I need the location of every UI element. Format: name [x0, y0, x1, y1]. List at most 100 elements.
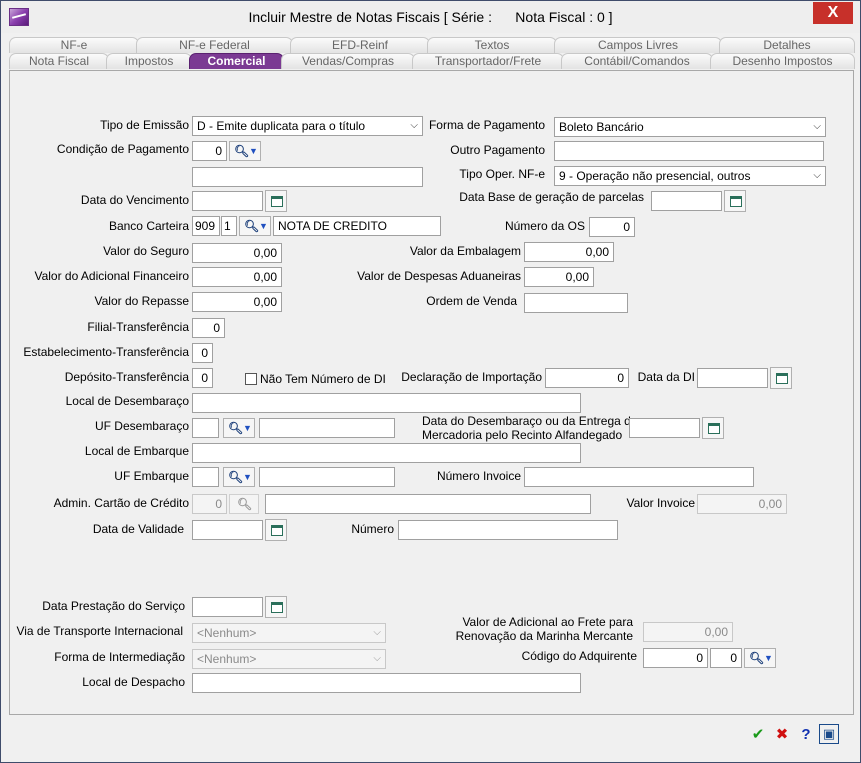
tab-nfe-federal[interactable]: NF-e Federal [136, 37, 293, 53]
valor-adicional-financeiro-input[interactable]: 0,00 [192, 267, 282, 287]
help-button[interactable]: ? [795, 724, 817, 746]
uf-embarque-search-button[interactable]: 🔍︎ ▼ [223, 467, 255, 487]
print-button[interactable]: ▣ [819, 724, 839, 744]
numero-invoice-label: Número Invoice [436, 469, 521, 483]
data-prestacao-input[interactable] [192, 597, 263, 617]
tab-desenho-impostos[interactable]: Desenho Impostos [710, 53, 855, 69]
banco-carteira-search-button[interactable]: 🔍︎ ▼ [239, 216, 271, 236]
outro-pagamento-input[interactable] [554, 141, 824, 161]
data-vencimento-label: Data do Vencimento [80, 193, 189, 207]
tab-nota-fiscal[interactable]: Nota Fiscal [9, 53, 109, 69]
tab-nfe[interactable]: NF-e [9, 37, 139, 53]
close-button[interactable]: X [813, 2, 853, 24]
ordem-venda-input[interactable] [524, 293, 628, 313]
admin-cartao-search-button[interactable]: 🔍︎ [229, 494, 259, 514]
data-validade-label: Data de Validade [92, 522, 184, 536]
tab-transportador-frete[interactable]: Transportador/Frete [412, 53, 564, 69]
search-icon: 🔍︎ [237, 497, 253, 511]
tab-vendas-compras[interactable]: Vendas/Compras [281, 53, 415, 69]
data-validade-input[interactable] [192, 520, 263, 540]
banco-input[interactable]: 909 [192, 216, 220, 236]
outro-pagamento-label: Outro Pagamento [450, 143, 545, 157]
local-embarque-input[interactable] [192, 443, 581, 463]
numero-invoice-input[interactable] [524, 467, 754, 487]
local-despacho-input[interactable] [192, 673, 581, 693]
local-desembaraco-input[interactable] [192, 393, 581, 413]
uf-embarque-input[interactable] [192, 467, 219, 487]
local-embarque-label: Local de Embarque [84, 444, 189, 458]
condicao-pagamento-search-button[interactable]: 🔍︎ ▼ [229, 141, 261, 161]
numero-label: Número [351, 522, 394, 536]
tipo-oper-label: Tipo Oper. NF-e [459, 167, 545, 181]
calendar-icon[interactable] [265, 519, 287, 541]
tipo-emissao-label: Tipo de Emissão [100, 118, 189, 132]
codigo-adquirente-label: Código do Adquirente [521, 649, 637, 663]
filial-transferencia-input[interactable]: 0 [192, 318, 225, 338]
search-icon: 🔍︎ [228, 470, 244, 484]
valor-seguro-label: Valor do Seguro [103, 244, 189, 258]
condicao-pagamento-input[interactable]: 0 [192, 141, 227, 161]
uf-embarque-label: UF Embarque [114, 469, 189, 483]
numero-input[interactable] [398, 520, 618, 540]
tipo-emissao-select[interactable]: D - Emite duplicata para o título ⌵ [192, 116, 423, 136]
tab-campos-livres[interactable]: Campos Livres [554, 37, 722, 53]
valor-adicional-financeiro-label: Valor do Adicional Financeiro [34, 269, 189, 283]
cancel-button[interactable]: ✖ [771, 724, 793, 746]
codigo-adquirente-input-2[interactable]: 0 [710, 648, 742, 668]
valor-embalagem-input[interactable]: 0,00 [524, 242, 614, 262]
valor-repasse-label: Valor do Repasse [94, 294, 190, 308]
search-icon: 🔍︎ [228, 421, 244, 435]
declaracao-importacao-input[interactable]: 0 [545, 368, 629, 388]
data-base-input[interactable] [651, 191, 722, 211]
forma-intermediacao-select[interactable]: <Nenhum> ⌵ [192, 649, 386, 669]
dropdown-arrow-icon: ▼ [243, 472, 252, 482]
valor-seguro-input[interactable]: 0,00 [192, 243, 282, 263]
condicao-pagamento-desc [192, 167, 423, 187]
calendar-icon[interactable] [265, 190, 287, 212]
tab-contabil-comandos[interactable]: Contábil/Comandos [561, 53, 713, 69]
valor-invoice-input[interactable]: 0,00 [697, 494, 787, 514]
chevron-down-icon: ⌵ [373, 653, 381, 664]
calendar-icon[interactable] [770, 367, 792, 389]
banco-carteira-desc: NOTA DE CREDITO [273, 216, 441, 236]
uf-desembaraco-search-button[interactable]: 🔍︎ ▼ [223, 418, 255, 438]
forma-pagamento-label: Forma de Pagamento [428, 118, 545, 132]
tab-efd-reinf[interactable]: EFD-Reinf [290, 37, 430, 53]
tab-impostos[interactable]: Impostos [106, 53, 192, 69]
nao-tem-numero-di-checkbox[interactable] [245, 373, 257, 385]
calendar-icon[interactable] [265, 596, 287, 618]
valor-adicional-frete-input[interactable]: 0,00 [643, 622, 733, 642]
local-desembaraco-label: Local de Desembaraço [65, 394, 189, 408]
calendar-icon[interactable] [702, 417, 724, 439]
tab-textos[interactable]: Textos [427, 37, 557, 53]
chevron-down-icon: ⌵ [813, 170, 821, 181]
codigo-adquirente-input[interactable]: 0 [643, 648, 708, 668]
dropdown-arrow-icon: ▼ [764, 653, 773, 663]
valor-repasse-input[interactable]: 0,00 [192, 292, 282, 312]
data-desembaraco-input[interactable] [629, 418, 700, 438]
estabelecimento-transferencia-input[interactable]: 0 [192, 343, 213, 363]
uf-desembaraco-input[interactable] [192, 418, 219, 438]
title-bar: Incluir Mestre de Notas Fiscais [ Série … [1, 1, 860, 33]
tab-comercial[interactable]: Comercial [189, 53, 284, 69]
data-di-input[interactable] [697, 368, 768, 388]
tab-row-1: NF-e NF-e Federal EFD-Reinf Textos Campo… [9, 37, 855, 53]
valor-adicional-frete-label-line1: Valor de Adicional ao Frete para [462, 615, 633, 629]
numero-os-input[interactable]: 0 [589, 217, 635, 237]
data-di-label: Data da DI [637, 370, 695, 384]
data-vencimento-input[interactable] [192, 191, 263, 211]
deposito-transferencia-input[interactable]: 0 [192, 368, 213, 388]
admin-cartao-input[interactable]: 0 [192, 494, 227, 514]
tipo-oper-select[interactable]: 9 - Operação não presencial, outros ⌵ [554, 166, 826, 186]
valor-despesas-aduaneiras-input[interactable]: 0,00 [524, 267, 594, 287]
valor-adicional-frete-label-line2: Renovação da Marinha Mercante [455, 629, 633, 643]
forma-pagamento-select[interactable]: Boleto Bancário ⌵ [554, 117, 826, 137]
ok-button[interactable]: ✔ [747, 724, 769, 746]
calendar-icon[interactable] [724, 190, 746, 212]
valor-invoice-label: Valor Invoice [626, 496, 695, 510]
codigo-adquirente-search-button[interactable]: 🔍︎ ▼ [744, 648, 776, 668]
chevron-down-icon: ⌵ [373, 627, 381, 638]
via-transporte-select[interactable]: <Nenhum> ⌵ [192, 623, 386, 643]
carteira-input[interactable]: 1 [221, 216, 237, 236]
tab-detalhes[interactable]: Detalhes [719, 37, 855, 53]
